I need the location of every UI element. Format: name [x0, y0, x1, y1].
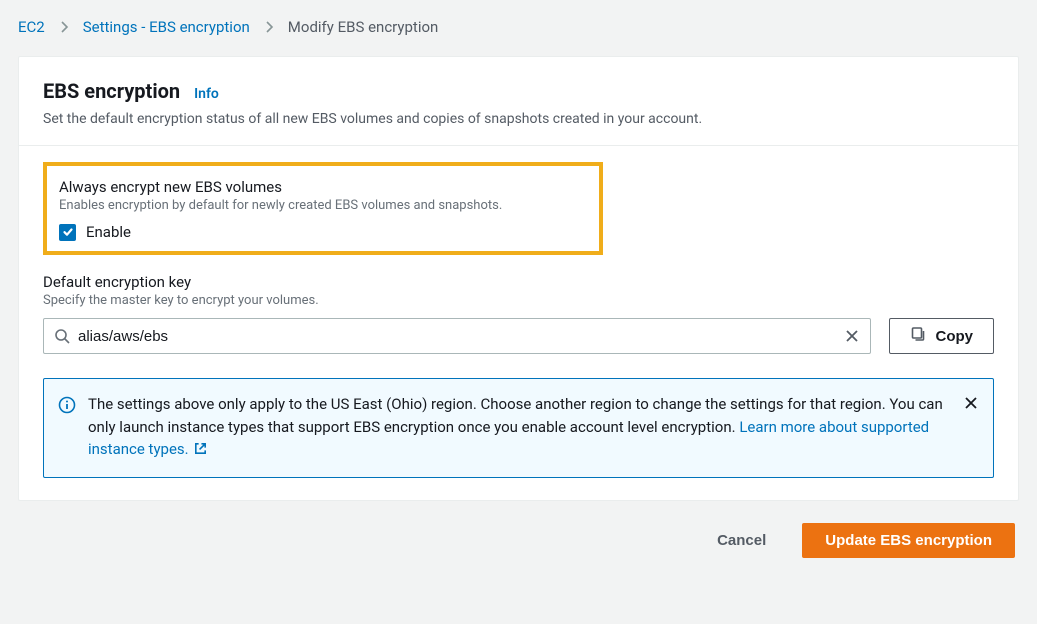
default-key-section: Default encryption key Specify the maste… — [43, 273, 994, 354]
always-encrypt-title: Always encrypt new EBS volumes — [59, 178, 587, 196]
region-info-banner: The settings above only apply to the US … — [43, 378, 994, 478]
key-search-box[interactable] — [43, 318, 871, 354]
breadcrumb-ec2[interactable]: EC2 — [18, 18, 45, 36]
chevron-right-icon — [59, 21, 69, 33]
cancel-button[interactable]: Cancel — [701, 524, 782, 557]
always-encrypt-section: Always encrypt new EBS volumes Enables e… — [43, 162, 603, 255]
key-input[interactable] — [78, 328, 844, 345]
breadcrumb-current: Modify EBS encryption — [288, 18, 439, 36]
ebs-encryption-panel: EBS encryption Info Set the default encr… — [18, 56, 1019, 501]
copy-button-label: Copy — [936, 328, 974, 345]
panel-header: EBS encryption Info Set the default encr… — [19, 57, 1018, 146]
default-key-title: Default encryption key — [43, 273, 994, 291]
footer-actions: Cancel Update EBS encryption — [18, 523, 1019, 558]
update-button[interactable]: Update EBS encryption — [802, 523, 1015, 558]
banner-text: The settings above only apply to the US … — [88, 393, 945, 461]
enable-checkbox-label: Enable — [86, 223, 131, 241]
panel-description: Set the default encryption status of all… — [43, 111, 994, 127]
close-icon[interactable] — [963, 395, 979, 415]
default-key-description: Specify the master key to encrypt your v… — [43, 293, 994, 308]
chevron-right-icon — [264, 21, 274, 33]
breadcrumb-settings[interactable]: Settings - EBS encryption — [83, 18, 250, 36]
page-title: EBS encryption — [43, 79, 180, 103]
copy-icon — [910, 326, 926, 346]
info-icon — [58, 396, 76, 418]
copy-button[interactable]: Copy — [889, 318, 995, 354]
clear-icon[interactable] — [844, 328, 860, 344]
info-link[interactable]: Info — [194, 86, 219, 102]
always-encrypt-description: Enables encryption by default for newly … — [59, 198, 587, 213]
panel-body: Always encrypt new EBS volumes Enables e… — [19, 146, 1018, 500]
breadcrumb: EC2 Settings - EBS encryption Modify EBS… — [18, 18, 1019, 36]
enable-checkbox[interactable] — [59, 224, 76, 241]
external-link-icon — [193, 441, 208, 456]
search-icon — [54, 328, 70, 344]
